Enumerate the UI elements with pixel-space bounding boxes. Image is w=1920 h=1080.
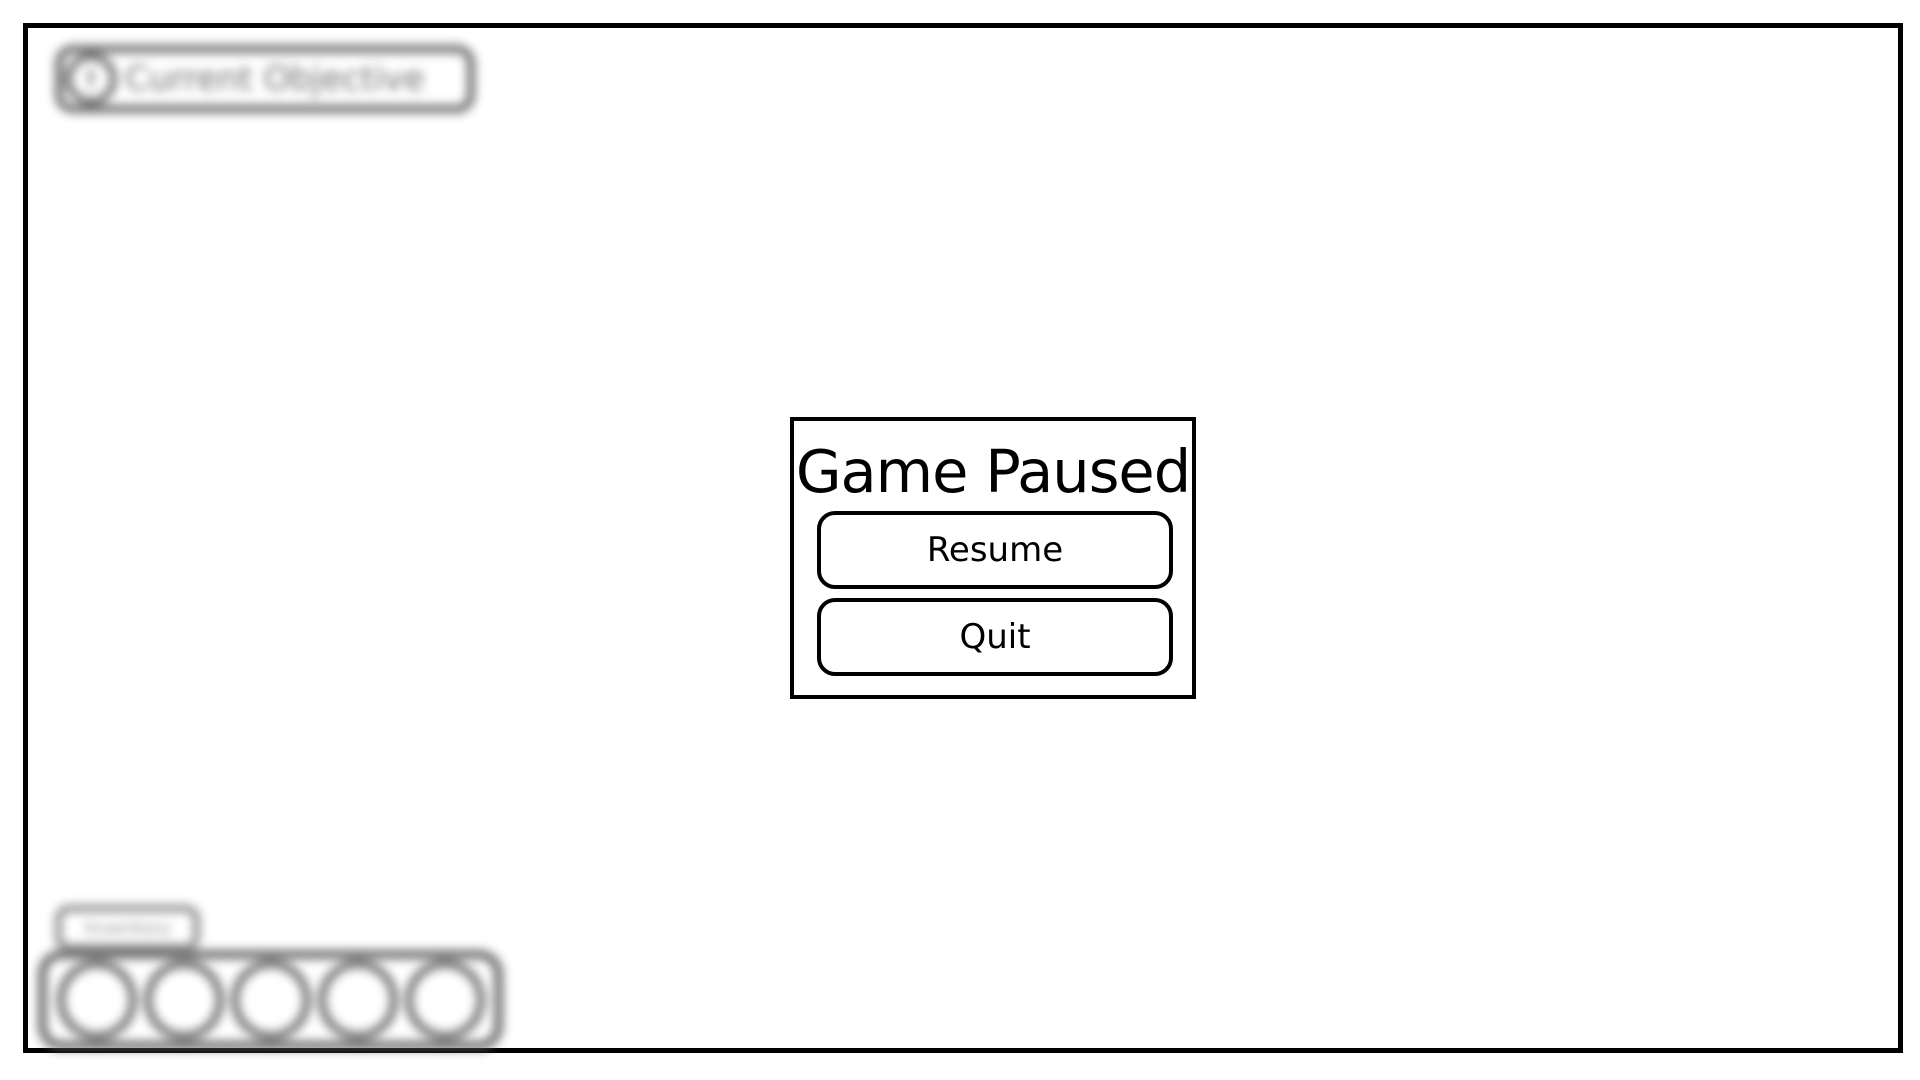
quit-button[interactable]: Quit (817, 598, 1173, 676)
objective-alert-icon: ! (65, 53, 117, 105)
hotbar-slot (56, 960, 137, 1040)
hotbar-slot (143, 960, 224, 1040)
hotbar (38, 950, 503, 1050)
pause-dialog: Game Paused Resume Quit (790, 417, 1196, 699)
hotbar-slot (404, 960, 485, 1040)
inventory-label: Inventory (55, 905, 200, 951)
game-viewport: ! Current Objective Inventory Game Pause… (23, 23, 1903, 1053)
objective-text: Current Objective (125, 59, 425, 99)
hotbar-slot (317, 960, 398, 1040)
pause-title: Game Paused (795, 437, 1191, 506)
objective-panel: ! Current Objective (55, 45, 475, 113)
hotbar-slot (230, 960, 311, 1040)
resume-button[interactable]: Resume (817, 511, 1173, 589)
